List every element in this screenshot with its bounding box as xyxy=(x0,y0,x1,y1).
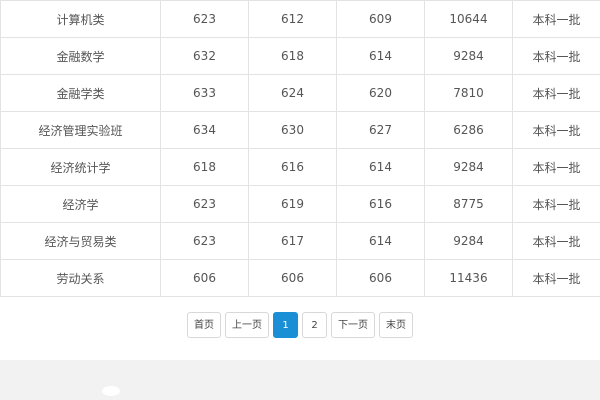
rank-cell: 9284 xyxy=(424,222,513,260)
score-cell: 616 xyxy=(336,185,425,223)
score-cell: 614 xyxy=(336,222,425,260)
first-page-button[interactable]: 首页 xyxy=(187,312,221,338)
major-name-cell: 劳动关系 xyxy=(0,259,161,297)
score-cell: 619 xyxy=(248,185,337,223)
batch-cell: 本科一批 xyxy=(512,222,600,260)
major-name-cell: 金融数学 xyxy=(0,37,161,75)
page-1-button[interactable]: 1 xyxy=(273,312,298,338)
batch-cell: 本科一批 xyxy=(512,74,600,112)
rank-cell: 11436 xyxy=(424,259,513,297)
major-name-cell: 计算机类 xyxy=(0,0,161,38)
score-cell: 614 xyxy=(336,148,425,186)
table-row: 计算机类 623 612 609 10644 本科一批 xyxy=(0,0,600,38)
next-page-button[interactable]: 下一页 xyxy=(331,312,375,338)
score-cell: 612 xyxy=(248,0,337,38)
rank-cell: 9284 xyxy=(424,37,513,75)
rank-cell: 10644 xyxy=(424,0,513,38)
score-cell: 616 xyxy=(248,148,337,186)
score-cell: 617 xyxy=(248,222,337,260)
score-cell: 623 xyxy=(160,0,249,38)
score-cell: 606 xyxy=(336,259,425,297)
page-2-button[interactable]: 2 xyxy=(302,312,327,338)
score-cell: 633 xyxy=(160,74,249,112)
last-page-button[interactable]: 末页 xyxy=(379,312,413,338)
score-cell: 632 xyxy=(160,37,249,75)
table-row: 金融学类 633 624 620 7810 本科一批 xyxy=(0,74,600,112)
batch-cell: 本科一批 xyxy=(512,111,600,149)
major-name-cell: 经济管理实验班 xyxy=(0,111,161,149)
major-name-cell: 经济统计学 xyxy=(0,148,161,186)
table-row: 劳动关系 606 606 606 11436 本科一批 xyxy=(0,259,600,297)
rank-cell: 8775 xyxy=(424,185,513,223)
score-cell: 614 xyxy=(336,37,425,75)
batch-cell: 本科一批 xyxy=(512,259,600,297)
score-cell: 618 xyxy=(160,148,249,186)
prev-page-button[interactable]: 上一页 xyxy=(225,312,269,338)
footer-section xyxy=(0,360,600,400)
table-row: 经济学 623 619 616 8775 本科一批 xyxy=(0,185,600,223)
score-cell: 620 xyxy=(336,74,425,112)
batch-cell: 本科一批 xyxy=(512,0,600,38)
score-cell: 609 xyxy=(336,0,425,38)
score-cell: 623 xyxy=(160,222,249,260)
footer-decoration xyxy=(102,386,120,396)
pagination: 首页 上一页 1 2 下一页 末页 xyxy=(0,312,600,338)
rank-cell: 7810 xyxy=(424,74,513,112)
score-cell: 606 xyxy=(160,259,249,297)
major-name-cell: 经济学 xyxy=(0,185,161,223)
rank-cell: 9284 xyxy=(424,148,513,186)
batch-cell: 本科一批 xyxy=(512,185,600,223)
score-cell: 623 xyxy=(160,185,249,223)
rank-cell: 6286 xyxy=(424,111,513,149)
score-cell: 618 xyxy=(248,37,337,75)
major-name-cell: 经济与贸易类 xyxy=(0,222,161,260)
batch-cell: 本科一批 xyxy=(512,148,600,186)
score-table-container: 计算机类 623 612 609 10644 本科一批 金融数学 632 618… xyxy=(0,0,600,297)
major-name-cell: 金融学类 xyxy=(0,74,161,112)
score-cell: 606 xyxy=(248,259,337,297)
score-cell: 630 xyxy=(248,111,337,149)
batch-cell: 本科一批 xyxy=(512,37,600,75)
score-cell: 627 xyxy=(336,111,425,149)
table-row: 经济与贸易类 623 617 614 9284 本科一批 xyxy=(0,222,600,260)
score-table: 计算机类 623 612 609 10644 本科一批 金融数学 632 618… xyxy=(0,0,600,297)
table-row: 经济统计学 618 616 614 9284 本科一批 xyxy=(0,148,600,186)
table-row: 金融数学 632 618 614 9284 本科一批 xyxy=(0,37,600,75)
score-table-body: 计算机类 623 612 609 10644 本科一批 金融数学 632 618… xyxy=(0,0,600,297)
score-cell: 624 xyxy=(248,74,337,112)
table-row: 经济管理实验班 634 630 627 6286 本科一批 xyxy=(0,111,600,149)
score-cell: 634 xyxy=(160,111,249,149)
